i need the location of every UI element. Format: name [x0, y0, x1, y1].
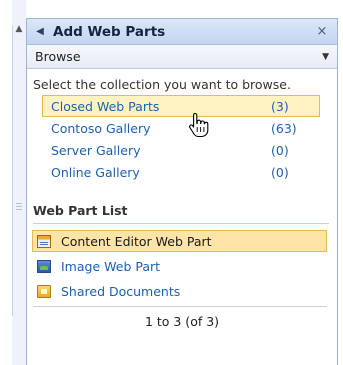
web-part-item-shared-documents[interactable]: Shared Documents: [32, 280, 327, 302]
web-part-name: Shared Documents: [61, 283, 181, 299]
instruction-text: Select the collection you want to browse…: [33, 77, 291, 92]
web-part-list: Content Editor Web Part Image Web Part S…: [27, 224, 337, 302]
page-divider: [12, 26, 13, 316]
web-part-name: Image Web Part: [61, 258, 161, 274]
web-part-name: Content Editor Web Part: [61, 233, 212, 249]
page-background-strip: ▲: [0, 0, 26, 365]
folder-icon: [37, 284, 51, 298]
collection-name: Closed Web Parts: [51, 98, 160, 114]
collection-item-server-gallery[interactable]: Server Gallery (0): [42, 139, 320, 161]
collection-count: (0): [271, 164, 289, 180]
image-icon: [37, 259, 51, 273]
resize-grip[interactable]: [16, 206, 22, 207]
browse-dropdown[interactable]: Browse ▼: [27, 45, 337, 69]
web-part-item-image[interactable]: Image Web Part: [32, 255, 327, 277]
chevron-down-icon: ▼: [322, 51, 329, 62]
resize-grip[interactable]: [16, 209, 22, 210]
content-editor-icon: [37, 234, 51, 248]
collection-count: (3): [271, 98, 289, 114]
collection-count: (63): [271, 120, 297, 136]
collection-name: Online Gallery: [51, 164, 140, 180]
back-arrow-icon[interactable]: ◀: [33, 26, 47, 37]
hand-cursor-icon: [189, 112, 209, 138]
pane-header: ◀ Add Web Parts ×: [27, 19, 337, 45]
collection-count: (0): [271, 142, 289, 158]
close-icon[interactable]: ×: [315, 24, 329, 39]
collection-item-online-gallery[interactable]: Online Gallery (0): [42, 161, 320, 183]
collection-item-closed-web-parts[interactable]: Closed Web Parts (3): [42, 95, 320, 117]
scroll-up-icon[interactable]: ▲: [13, 24, 25, 34]
web-part-list-heading: Web Part List: [33, 203, 329, 224]
resize-grip[interactable]: [16, 203, 22, 204]
browse-label: Browse: [35, 49, 81, 64]
add-web-parts-pane: ◀ Add Web Parts × Browse ▼ Select the co…: [26, 18, 338, 365]
web-part-item-content-editor[interactable]: Content Editor Web Part: [32, 230, 327, 252]
collection-name: Server Gallery: [51, 142, 141, 158]
pager-text: 1 to 3 (of 3): [144, 314, 220, 329]
pane-title: Add Web Parts: [53, 23, 166, 40]
collection-name: Contoso Gallery: [51, 120, 151, 136]
collection-item-contoso-gallery[interactable]: Contoso Gallery (63): [42, 117, 320, 139]
collection-list: Closed Web Parts (3) Contoso Gallery (63…: [27, 92, 337, 183]
